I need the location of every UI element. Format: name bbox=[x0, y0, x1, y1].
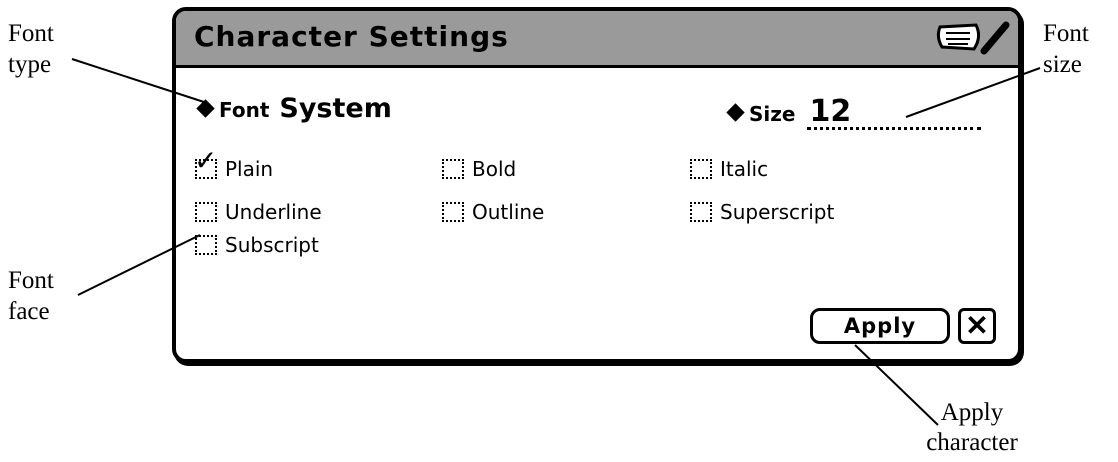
checkbox-box-italic[interactable] bbox=[690, 159, 712, 179]
callout-font-face-line1: Font bbox=[8, 267, 54, 294]
font-diamond-icon bbox=[196, 99, 215, 118]
callout-apply-line2: character bbox=[926, 429, 1018, 456]
checkbox-label-subscript: Subscript bbox=[225, 233, 319, 257]
font-type-picker[interactable]: System bbox=[279, 93, 391, 124]
size-label: Size bbox=[749, 102, 796, 126]
callout-font-type-line2: type bbox=[8, 51, 52, 78]
apply-button[interactable]: Apply bbox=[810, 308, 950, 344]
callout-font-type-line1: Font bbox=[8, 20, 54, 47]
callout-font-type: Font type bbox=[8, 18, 54, 80]
checkbox-label-plain: Plain bbox=[225, 157, 274, 181]
checkbox-bold[interactable]: Bold bbox=[442, 157, 516, 181]
checkbox-italic[interactable]: Italic bbox=[690, 157, 768, 181]
checkbox-subscript[interactable]: Subscript bbox=[195, 233, 319, 257]
checkbox-box-outline[interactable] bbox=[442, 202, 464, 222]
title-icons bbox=[936, 21, 1010, 55]
keyboard-icon[interactable] bbox=[936, 23, 981, 51]
checkbox-label-underline: Underline bbox=[225, 200, 322, 224]
checkbox-label-outline: Outline bbox=[472, 200, 545, 224]
checkbox-label-italic: Italic bbox=[720, 157, 769, 181]
callout-apply-character: Apply character bbox=[922, 398, 1022, 458]
checkbox-box-bold[interactable] bbox=[442, 159, 464, 179]
checkbox-box-plain[interactable]: ✓ bbox=[194, 147, 217, 179]
checkbox-box-superscript[interactable] bbox=[690, 202, 712, 222]
callout-font-face-line2: face bbox=[8, 298, 50, 325]
character-settings-dialog: Character Settings Font System Size 12 ✓ P… bbox=[172, 7, 1022, 363]
checkmark-icon: ✓ bbox=[194, 144, 218, 177]
checkbox-box-subscript[interactable] bbox=[195, 235, 217, 255]
close-button[interactable]: ✕ bbox=[958, 308, 996, 344]
callout-font-face: Font face bbox=[8, 265, 54, 327]
checkbox-underline[interactable]: Underline bbox=[195, 200, 322, 224]
callout-apply-line1: Apply bbox=[940, 399, 1004, 426]
checkbox-label-superscript: Superscript bbox=[720, 200, 835, 224]
checkbox-box-underline[interactable] bbox=[195, 202, 217, 222]
font-size-field[interactable]: 12 bbox=[807, 97, 982, 130]
callout-font-size-line1: Font bbox=[1043, 20, 1089, 47]
checkbox-outline[interactable]: Outline bbox=[442, 200, 544, 224]
callout-font-size-line2: size bbox=[1043, 51, 1082, 78]
dialog-title: Character Settings bbox=[194, 20, 509, 53]
checkbox-label-bold: Bold bbox=[472, 157, 517, 181]
title-bar: Character Settings bbox=[176, 11, 1018, 68]
font-label: Font bbox=[219, 98, 270, 122]
checkbox-superscript[interactable]: Superscript bbox=[690, 200, 834, 224]
size-diamond-icon bbox=[726, 103, 745, 122]
callout-font-size: Font size bbox=[1043, 18, 1089, 80]
size-row[interactable]: Size 12 bbox=[726, 97, 982, 131]
font-row[interactable]: Font System bbox=[196, 93, 392, 127]
checkbox-plain[interactable]: ✓ Plain bbox=[194, 147, 274, 182]
pencil-icon[interactable] bbox=[980, 21, 1010, 55]
